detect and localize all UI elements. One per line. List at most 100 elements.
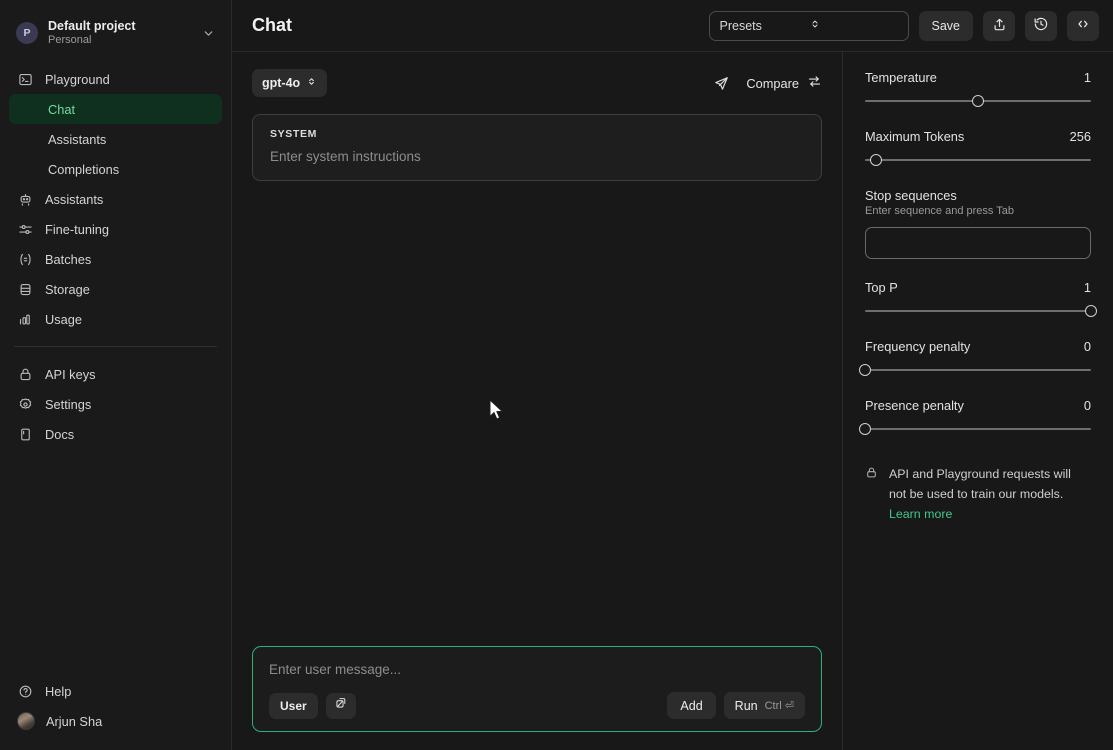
max-tokens-group: Maximum Tokens 256 — [865, 129, 1091, 167]
sidebar-user[interactable]: Arjun Sha — [9, 706, 222, 736]
sidebar-item-docs[interactable]: Docs — [9, 419, 222, 449]
sidebar-item-label: Assistants — [48, 132, 106, 147]
gear-icon — [17, 396, 34, 413]
presence-penalty-group: Presence penalty 0 — [865, 398, 1091, 436]
sidebar-item-batches[interactable]: Batches — [9, 244, 222, 274]
slider-track — [865, 369, 1091, 371]
project-subtitle: Personal — [48, 34, 192, 47]
duplicate-layers-icon — [334, 696, 348, 715]
sidebar-item-label: Settings — [45, 397, 91, 412]
slider-thumb[interactable] — [870, 154, 882, 166]
run-button[interactable]: Run Ctrl ⏎ — [724, 692, 805, 719]
project-switcher[interactable]: P Default project Personal — [10, 14, 221, 52]
learn-more-link[interactable]: Learn more — [889, 507, 952, 521]
book-icon — [17, 426, 34, 443]
sidebar-item-chat[interactable]: Chat — [9, 94, 222, 124]
top-p-label: Top P — [865, 280, 898, 295]
terminal-icon — [17, 71, 34, 88]
system-input[interactable]: Enter system instructions — [270, 149, 804, 164]
lock-icon — [865, 464, 879, 524]
model-selector[interactable]: gpt-4o — [252, 69, 327, 97]
presence-penalty-slider[interactable] — [865, 422, 1091, 436]
max-tokens-slider[interactable] — [865, 153, 1091, 167]
robot-icon — [17, 191, 34, 208]
view-code-button[interactable] — [1067, 11, 1099, 41]
sidebar-item-settings[interactable]: Settings — [9, 389, 222, 419]
sidebar-item-storage[interactable]: Storage — [9, 274, 222, 304]
save-button[interactable]: Save — [919, 11, 974, 41]
presets-label: Presets — [720, 19, 809, 33]
system-label: SYSTEM — [270, 128, 804, 140]
database-icon — [17, 281, 34, 298]
sidebar-footer: Help Arjun Sha — [0, 676, 231, 750]
max-tokens-row: Maximum Tokens 256 — [865, 129, 1091, 144]
question-circle-icon — [17, 683, 34, 700]
privacy-notice: API and Playground requests will not be … — [865, 464, 1091, 524]
sidebar-item-usage[interactable]: Usage — [9, 304, 222, 334]
model-label: gpt-4o — [262, 76, 300, 90]
sidebar-item-label: Fine-tuning — [45, 222, 109, 237]
playground-app: P Default project Personal Playground Ch… — [0, 0, 1113, 750]
chat-toolbar: gpt-4o Compare — [252, 68, 822, 98]
sidebar-item-api-keys[interactable]: API keys — [9, 359, 222, 389]
sidebar-item-playground[interactable]: Playground — [9, 64, 222, 94]
user-avatar — [17, 712, 35, 730]
stop-sequences-hint: Enter sequence and press Tab — [865, 205, 1091, 217]
top-p-slider[interactable] — [865, 304, 1091, 318]
frequency-penalty-group: Frequency penalty 0 — [865, 339, 1091, 377]
composer-toolbar: User Add Run Ctrl ⏎ — [269, 692, 805, 719]
paper-plane-icon[interactable] — [713, 75, 730, 92]
composer-actions: Add Run Ctrl ⏎ — [667, 692, 805, 719]
slider-thumb[interactable] — [972, 95, 984, 107]
frequency-penalty-slider[interactable] — [865, 363, 1091, 377]
chat-column: gpt-4o Compare — [232, 52, 843, 750]
message-composer[interactable]: Enter user message... User Add Run — [252, 646, 822, 732]
sidebar-item-completions[interactable]: Completions — [9, 154, 222, 184]
share-button[interactable] — [983, 11, 1015, 41]
main-area: Chat Presets Save — [232, 0, 1113, 750]
project-text: Default project Personal — [48, 19, 192, 47]
code-brackets-icon — [1075, 16, 1091, 35]
upload-share-icon — [992, 17, 1007, 35]
frequency-penalty-value: 0 — [1084, 339, 1091, 354]
sidebar-item-label: Chat — [48, 102, 75, 117]
sidebar-item-assistants-sub[interactable]: Assistants — [9, 124, 222, 154]
sidebar: P Default project Personal Playground Ch… — [0, 0, 232, 750]
chevron-down-icon — [202, 27, 215, 40]
temperature-slider[interactable] — [865, 94, 1091, 108]
sidebar-item-label: API keys — [45, 367, 96, 382]
compare-button[interactable]: Compare — [746, 74, 822, 92]
user-name: Arjun Sha — [46, 714, 102, 729]
slider-thumb[interactable] — [859, 423, 871, 435]
sidebar-item-label: Playground — [45, 72, 110, 87]
compare-arrows-icon — [807, 74, 822, 92]
max-tokens-label: Maximum Tokens — [865, 129, 964, 144]
user-message-input[interactable]: Enter user message... — [269, 662, 805, 677]
presence-penalty-value: 0 — [1084, 398, 1091, 413]
history-button[interactable] — [1025, 11, 1057, 41]
primary-nav: Playground Chat Assistants Completions A… — [0, 64, 231, 449]
duplicate-button[interactable] — [326, 693, 356, 719]
presets-select[interactable]: Presets — [709, 11, 909, 41]
stop-sequences-input[interactable] — [865, 227, 1091, 259]
system-message-card[interactable]: SYSTEM Enter system instructions — [252, 114, 822, 181]
privacy-notice-body: API and Playground requests will not be … — [889, 467, 1071, 501]
sidebar-item-label: Help — [45, 684, 71, 699]
lock-icon — [17, 366, 34, 383]
slider-track — [865, 428, 1091, 430]
top-p-value: 1 — [1084, 280, 1091, 295]
slider-thumb[interactable] — [1085, 305, 1097, 317]
chevron-updown-icon — [809, 18, 898, 33]
add-message-button[interactable]: Add — [667, 692, 715, 719]
sidebar-item-label: Completions — [48, 162, 119, 177]
temperature-row: Temperature 1 — [865, 70, 1091, 85]
top-p-row: Top P 1 — [865, 280, 1091, 295]
slider-thumb[interactable] — [859, 364, 871, 376]
privacy-notice-text: API and Playground requests will not be … — [889, 464, 1091, 524]
batches-icon — [17, 251, 34, 268]
sidebar-item-fine-tuning[interactable]: Fine-tuning — [9, 214, 222, 244]
sidebar-item-help[interactable]: Help — [9, 676, 222, 706]
sliders-icon — [17, 221, 34, 238]
sidebar-item-assistants[interactable]: Assistants — [9, 184, 222, 214]
role-selector[interactable]: User — [269, 693, 318, 719]
